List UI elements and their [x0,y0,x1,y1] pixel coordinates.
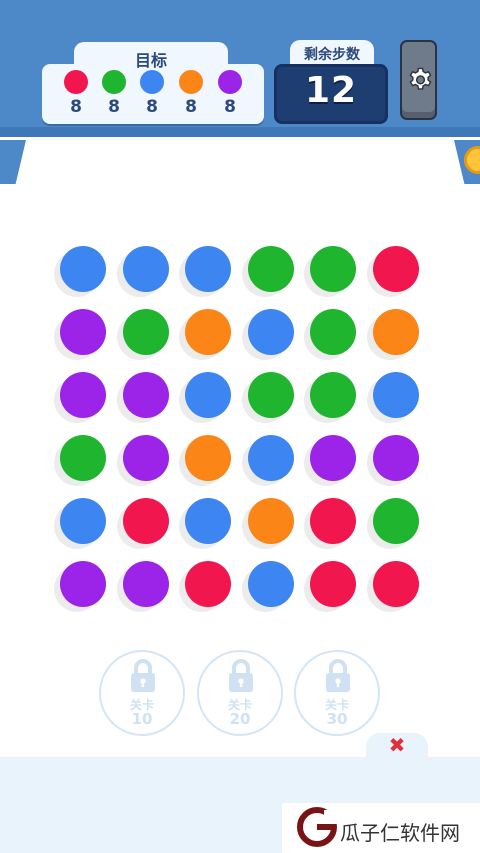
ball-green[interactable] [60,435,106,481]
lock-icon [229,659,253,692]
ball-green[interactable] [310,372,357,418]
ball-blue[interactable] [185,246,232,292]
ball-orange[interactable] [185,435,232,481]
watermark-text: 瓜子仁软件网 [340,821,460,845]
ball-blue[interactable] [122,246,169,292]
ball-purple[interactable] [60,372,106,418]
ball-green[interactable] [247,372,294,418]
ball-red[interactable] [310,561,357,607]
ball-red[interactable] [310,498,357,544]
ball-blue[interactable] [185,498,232,544]
ball-purple[interactable] [122,435,169,481]
ball-purple[interactable] [60,309,106,355]
lock-icon [326,659,350,692]
locked-level-30[interactable]: 关卡 30 [294,650,380,736]
ball-green[interactable] [310,309,357,355]
ball-orange[interactable] [247,498,294,544]
lock-level-number: 10 [131,710,153,728]
ball-purple[interactable] [122,372,169,418]
locked-level-20[interactable]: 关卡 20 [197,650,283,736]
ball-purple[interactable] [122,561,169,607]
watermark-logo [297,807,338,847]
ball-purple[interactable] [310,435,357,481]
ball-blue[interactable] [247,309,294,355]
ball-orange[interactable] [373,309,419,355]
ball-blue[interactable] [185,372,232,418]
ball-red[interactable] [185,561,232,607]
ball-purple[interactable] [373,435,419,481]
ball-green[interactable] [122,309,169,355]
locked-level-10[interactable]: 关卡 10 [99,650,185,736]
ball-orange[interactable] [185,309,232,355]
ball-blue[interactable] [247,435,294,481]
ball-blue[interactable] [373,372,419,418]
ball-green[interactable] [373,498,419,544]
ball-blue[interactable] [247,561,294,607]
lock-level-number: 30 [326,710,348,728]
ball-blue[interactable] [60,498,106,544]
lock-icon [131,659,155,692]
ball-red[interactable] [373,561,419,607]
lock-level-number: 20 [229,710,251,728]
ball-red[interactable] [122,498,169,544]
ball-green[interactable] [247,246,294,292]
ball-green[interactable] [310,246,357,292]
ball-blue[interactable] [60,246,106,292]
close-icon[interactable]: ✖ [387,733,407,757]
ball-purple[interactable] [60,561,106,607]
ball-red[interactable] [373,246,419,292]
